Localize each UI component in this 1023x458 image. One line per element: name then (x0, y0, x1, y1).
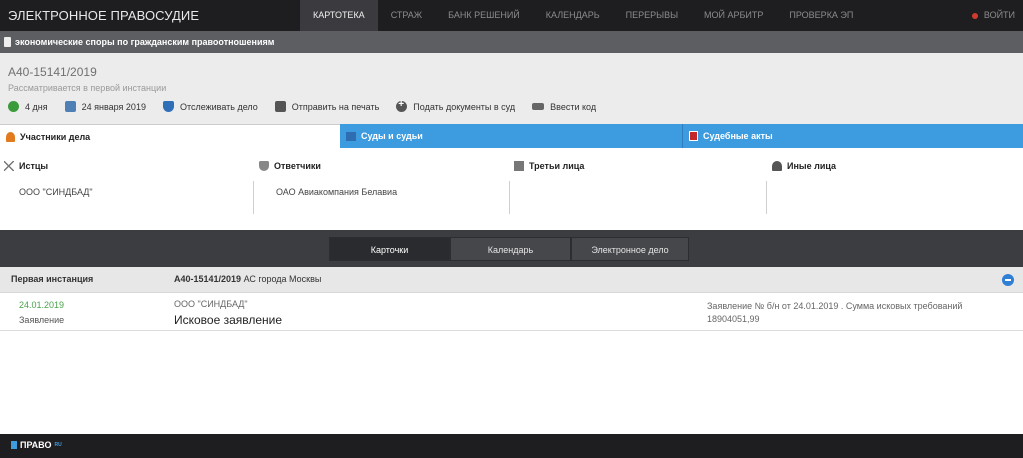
logo-suffix: RU (54, 442, 62, 448)
calendar-icon (64, 101, 76, 112)
nav-calendar[interactable]: КАЛЕНДАРЬ (533, 0, 613, 31)
swords-icon (4, 161, 14, 171)
plus-circle-icon (396, 99, 408, 112)
keyboard-icon (532, 103, 545, 110)
instance-case-number: А40-15141/2019 (174, 274, 242, 284)
other-parties-heading: Иные лица (772, 161, 836, 171)
tab-cards[interactable]: Карточки (329, 237, 450, 261)
view-tabs: Карточки Календарь Электронное дело (329, 237, 689, 261)
divider (253, 181, 254, 214)
footer: ПРАВО RU (0, 434, 1023, 458)
clock-icon (8, 101, 19, 112)
printer-icon (274, 101, 286, 112)
tab-participants-label: Участники дела (20, 131, 91, 142)
shield-icon (162, 101, 174, 112)
case-date-label: 24 января 2019 (81, 101, 146, 112)
nav-pereryvy[interactable]: ПЕРЕРЫВЫ (613, 0, 691, 31)
main-nav: КАРТОТЕКА СТРАЖ БАНК РЕШЕНИЙ КАЛЕНДАРЬ П… (300, 0, 866, 31)
instance-title: Первая инстанция (11, 274, 94, 284)
tab-courts-label: Суды и судьи (361, 131, 423, 141)
tab-electronic-case[interactable]: Электронное дело (571, 237, 689, 261)
track-case-label: Отслеживать дело (179, 101, 258, 112)
tab-courts-judges[interactable]: Суды и судьи (340, 124, 682, 148)
building-icon (514, 161, 524, 171)
person-icon (772, 161, 782, 171)
instance-header: Первая инстанция А40-15141/2019 АС город… (0, 267, 1023, 293)
courthouse-icon (346, 131, 356, 141)
tab-calendar[interactable]: Календарь (450, 237, 571, 261)
pravo-logo[interactable]: ПРАВО RU (11, 440, 62, 450)
logo-text: ПРАВО (20, 440, 52, 450)
instance-case: А40-15141/2019 АС города Москвы (174, 274, 321, 284)
category-label: экономические споры по гражданским право… (15, 37, 275, 47)
case-date: 24 января 2019 (64, 101, 146, 112)
instance-court: АС города Москвы (241, 274, 322, 284)
list-item: 24.01.2019 Заявление ООО "СИНДБАД" Исков… (0, 293, 1023, 331)
defendants-title: Ответчики (274, 161, 321, 171)
enter-code-button[interactable]: Ввести код (532, 101, 596, 112)
nav-kartoteka[interactable]: КАРТОТЕКА (300, 0, 378, 31)
submit-documents-button[interactable]: Подать документы в суд (396, 99, 516, 112)
entry-description: Заявление № б/н от 24.01.2019 . Сумма ис… (707, 301, 963, 324)
logo-icon (11, 441, 17, 449)
tab-court-acts[interactable]: Судебные акты (682, 124, 1023, 148)
case-header: А40-15141/2019 Рассматривается в первой … (0, 53, 1023, 124)
days-label: 4 дня (25, 101, 48, 112)
divider (509, 181, 510, 214)
collapse-icon[interactable] (1002, 274, 1014, 286)
person-icon (6, 131, 15, 142)
enter-code-label: Ввести код (550, 101, 597, 112)
view-switcher-bar: Карточки Календарь Электронное дело (0, 230, 1023, 267)
entry-date[interactable]: 24.01.2019 (19, 300, 64, 310)
submit-documents-label: Подать документы в суд (413, 101, 516, 112)
document-icon (4, 37, 11, 47)
nav-moy-arbitr[interactable]: МОЙ АРБИТР (691, 0, 776, 31)
login-label: ВОЙТИ (983, 10, 1015, 20)
tab-participants[interactable]: Участники дела (0, 124, 340, 148)
defendant-name[interactable]: ОАО Авиакомпания Белавиа (276, 187, 397, 197)
participants-panel: Истцы ООО "СИНДБАД" Ответчики ОАО Авиако… (0, 148, 1023, 230)
entry-document[interactable]: Исковое заявление (174, 313, 282, 327)
third-parties-title: Третьи лица (529, 161, 585, 171)
login-link[interactable]: ВОЙТИ (971, 0, 1015, 31)
case-actions: 4 дня 24 января 2019 Отслеживать дело От… (8, 99, 596, 112)
plaintiff-name[interactable]: ООО "СИНДБАД" (19, 187, 93, 197)
third-parties-heading: Третьи лица (514, 161, 584, 171)
divider (766, 181, 767, 214)
plaintiffs-heading: Истцы (4, 161, 48, 171)
case-number: А40-15141/2019 (8, 65, 97, 79)
tab-acts-label: Судебные акты (703, 131, 773, 141)
entry-party: ООО "СИНДБАД" (174, 299, 248, 309)
entry-type: Заявление (19, 315, 65, 325)
plaintiffs-title: Истцы (19, 161, 49, 171)
category-bar: экономические споры по гражданским право… (0, 31, 1023, 53)
case-tabs: Участники дела Суды и судьи Судебные акт… (0, 124, 1023, 148)
print-label: Отправить на печать (291, 101, 380, 112)
days-counter: 4 дня (8, 101, 48, 112)
site-title[interactable]: ЭЛЕКТРОННОЕ ПРАВОСУДИЕ (8, 8, 199, 23)
case-status: Рассматривается в первой инстанции (8, 83, 167, 93)
nav-proverka-ep[interactable]: ПРОВЕРКА ЭП (776, 0, 866, 31)
pdf-icon (689, 131, 698, 141)
nav-strazh[interactable]: СТРАЖ (378, 0, 435, 31)
nav-bank-resheniy[interactable]: БАНК РЕШЕНИЙ (435, 0, 533, 31)
other-parties-title: Иные лица (787, 161, 836, 171)
shield-icon (259, 161, 269, 171)
defendants-heading: Ответчики (259, 161, 321, 171)
track-case-button[interactable]: Отслеживать дело (162, 101, 258, 112)
login-dot-icon (971, 12, 978, 19)
top-bar: ЭЛЕКТРОННОЕ ПРАВОСУДИЕ КАРТОТЕКА СТРАЖ Б… (0, 0, 1023, 31)
print-button[interactable]: Отправить на печать (274, 101, 380, 112)
